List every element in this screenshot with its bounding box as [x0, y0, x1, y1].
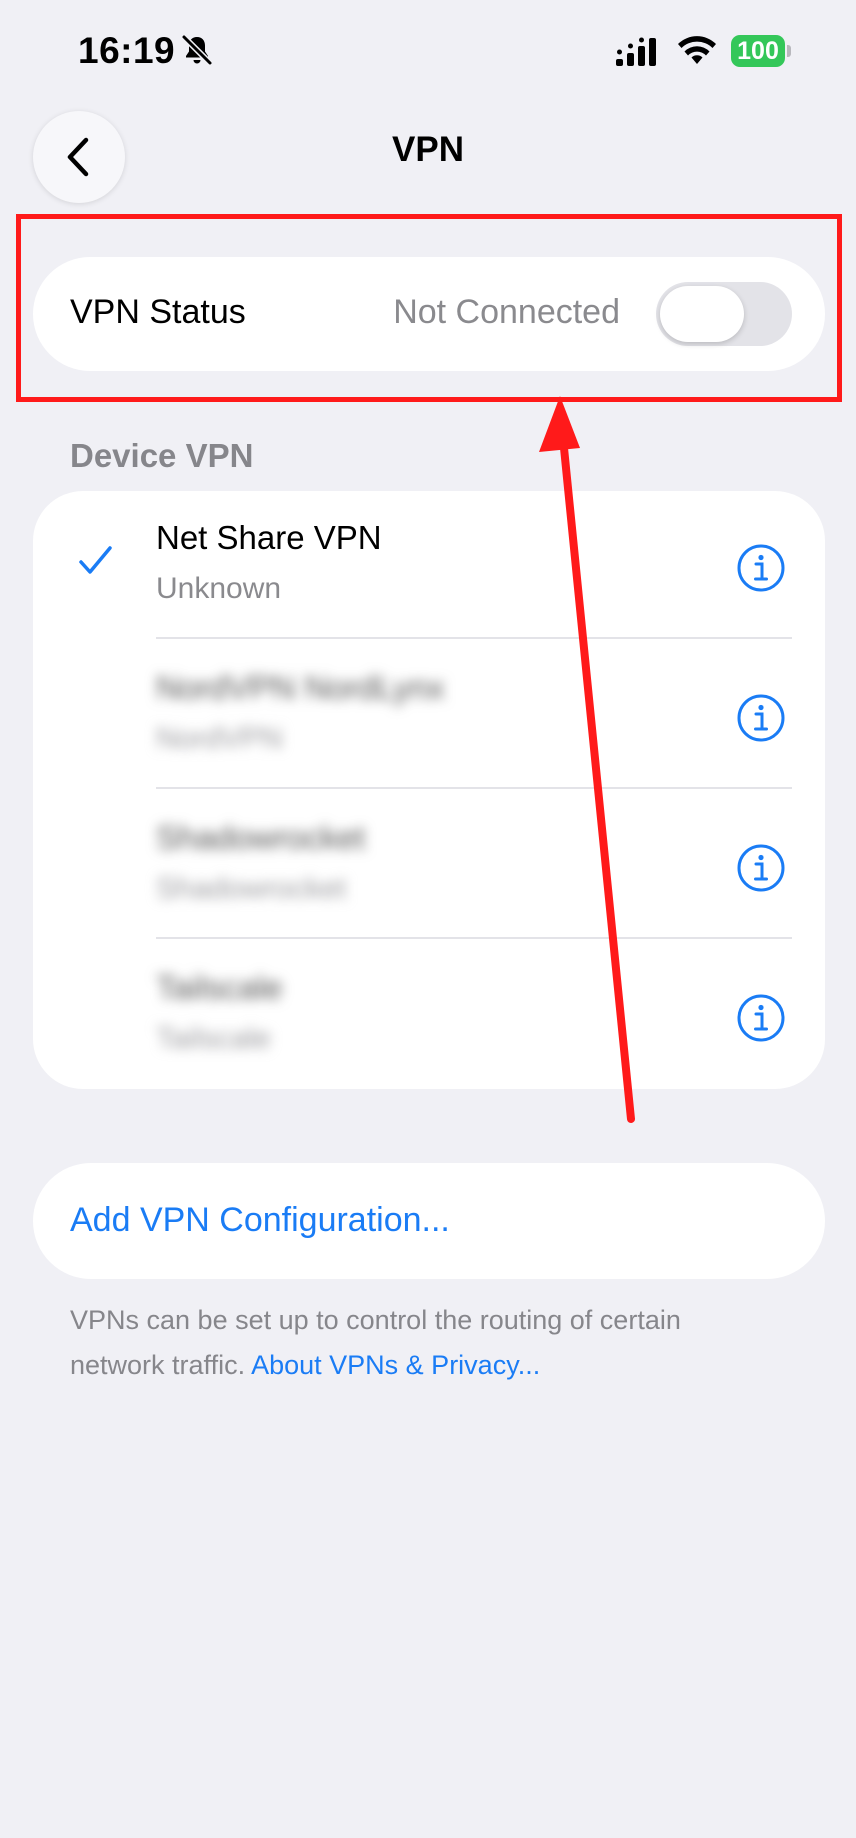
info-circle-icon[interactable] [736, 693, 786, 743]
battery-tip [787, 45, 791, 57]
add-vpn-configuration-button[interactable]: Add VPN Configuration... [33, 1163, 825, 1279]
status-bar: 16:19 100 [0, 0, 856, 104]
vpn-name: Tailscale [156, 969, 283, 1006]
cellular-signal-icon [616, 37, 656, 66]
info-circle-icon[interactable] [736, 543, 786, 593]
vpn-subtitle: Tailscale [156, 1022, 272, 1055]
list-item[interactable]: NordVPN NordLynx NordVPN [33, 641, 825, 791]
page-title: VPN [392, 130, 464, 169]
footer-note: VPNs can be set up to control the routin… [70, 1298, 770, 1388]
list-item[interactable]: Tailscale Tailscale [33, 941, 825, 1091]
status-time: 16:19 [78, 30, 176, 71]
vpn-name: Net Share VPN [156, 519, 382, 556]
info-circle-icon[interactable] [736, 993, 786, 1043]
device-vpn-list: Net Share VPN Unknown NordVPN NordLynx N… [33, 491, 825, 1089]
list-item[interactable]: Net Share VPN Unknown [33, 491, 825, 641]
wifi-icon [678, 36, 716, 64]
battery-level: 100 [731, 35, 785, 67]
checkmark-icon [79, 546, 112, 574]
add-vpn-configuration-label: Add VPN Configuration... [70, 1201, 450, 1239]
vpn-subtitle: NordVPN [156, 722, 283, 755]
row-divider [156, 787, 792, 789]
vpn-name: Shadowrocket [156, 819, 366, 856]
bell-slash-icon [181, 34, 213, 66]
section-header-device-vpn: Device VPN [70, 437, 254, 474]
info-circle-icon[interactable] [736, 843, 786, 893]
row-divider [156, 937, 792, 939]
row-divider [156, 637, 792, 639]
list-item[interactable]: Shadowrocket Shadowrocket [33, 791, 825, 941]
about-vpns-privacy-link[interactable]: About VPNs & Privacy... [251, 1350, 540, 1380]
screen: 16:19 100 VPN VPN Status Not Connected D… [0, 0, 856, 1838]
vpn-name: NordVPN NordLynx [156, 669, 445, 706]
battery-indicator: 100 [731, 35, 791, 67]
vpn-subtitle: Shadowrocket [156, 872, 347, 905]
vpn-subtitle: Unknown [156, 572, 282, 605]
annotation-highlight-box [16, 214, 842, 402]
